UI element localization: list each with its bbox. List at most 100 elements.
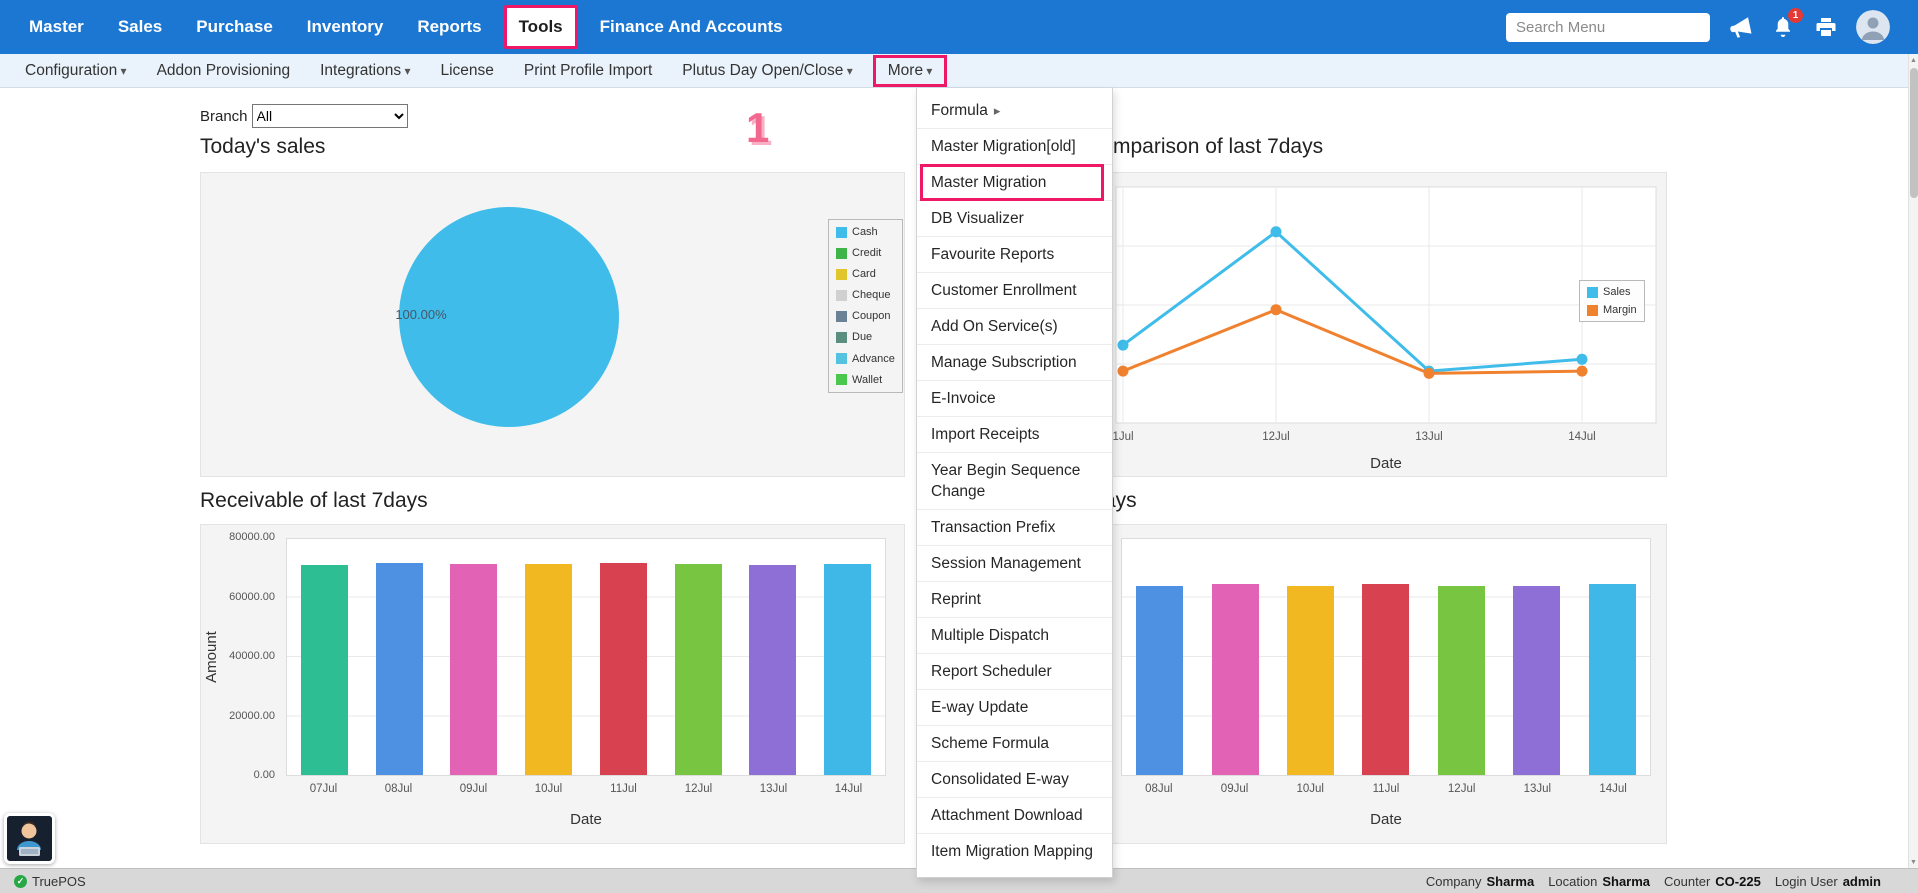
legend-item: Coupon	[836, 310, 895, 322]
line-chart-title-fragment: mparison of last 7days	[1113, 135, 1323, 159]
menu-item-e-way-update[interactable]: E-way Update	[917, 690, 1112, 726]
legend-label: Cheque	[852, 289, 891, 301]
bar-plot-area	[1121, 538, 1651, 776]
wallet-swatch	[836, 374, 847, 385]
submenu-arrow-icon	[994, 100, 1001, 121]
bar-11jul	[1362, 584, 1409, 775]
menu-item-consolidated-e-way[interactable]: Consolidated E-way	[917, 762, 1112, 798]
subnav-print-profile-import[interactable]: Print Profile Import	[509, 54, 667, 88]
more-dropdown-menu: Formula Master Migration[old] Master Mig…	[916, 88, 1113, 878]
subnav-integrations[interactable]: Integrations	[305, 54, 425, 88]
search-input[interactable]	[1506, 13, 1710, 42]
menu-item-manage-subscription[interactable]: Manage Subscription	[917, 345, 1112, 381]
menu-item-report-scheduler[interactable]: Report Scheduler	[917, 654, 1112, 690]
menu-item-item-migration-mapping[interactable]: Item Migration Mapping	[917, 834, 1112, 869]
menu-item-scheme-formula[interactable]: Scheme Formula	[917, 726, 1112, 762]
menu-item-formula[interactable]: Formula	[917, 93, 1112, 129]
menu-item-multiple-dispatch[interactable]: Multiple Dispatch	[917, 618, 1112, 654]
bar-14jul	[824, 564, 871, 775]
x-tick-label: 10Jul	[525, 783, 572, 795]
nav-inventory[interactable]: Inventory	[290, 0, 401, 54]
credit-swatch	[836, 248, 847, 259]
bar-y-ticks: 80000.0060000.0040000.0020000.000.00	[201, 538, 279, 776]
x-tick-label: 11Jul	[600, 783, 647, 795]
menu-item-add-on-services[interactable]: Add On Service(s)	[917, 309, 1112, 345]
menu-item-reprint[interactable]: Reprint	[917, 582, 1112, 618]
subnav-addon-provisioning[interactable]: Addon Provisioning	[142, 54, 306, 88]
truepos-mascot-widget[interactable]	[4, 813, 55, 864]
nav-sales[interactable]: Sales	[101, 0, 179, 54]
scroll-down-arrow-icon[interactable]	[1909, 856, 1918, 868]
sales-point	[1118, 340, 1129, 351]
menu-item-session-management[interactable]: Session Management	[917, 546, 1112, 582]
status-value: CO-225	[1715, 874, 1761, 889]
legend-item: Due	[836, 331, 895, 343]
y-tick-label: 60000.00	[229, 591, 275, 603]
annotation-box-more: More	[873, 55, 948, 87]
subnav-configuration[interactable]: Configuration	[10, 54, 142, 88]
bars	[287, 539, 885, 775]
margin-point	[1271, 304, 1282, 315]
y-tick-label: 80000.00	[229, 531, 275, 543]
bar-10jul	[525, 564, 572, 775]
sales-swatch	[1587, 287, 1598, 298]
status-value: Sharma	[1486, 874, 1534, 889]
notifications-bell-icon[interactable]: 1	[1770, 14, 1796, 40]
menu-item-master-migration[interactable]: Master Migration	[917, 165, 1112, 201]
printer-glyph	[1814, 15, 1838, 39]
pie-chart-title: Today's sales	[200, 135, 325, 159]
session-info: Company Sharma Location Sharma Counter C…	[1426, 874, 1904, 889]
menu-item-master-migration-old[interactable]: Master Migration[old]	[917, 129, 1112, 165]
branch-select[interactable]: All	[252, 104, 408, 128]
menu-item-year-begin-sequence-change[interactable]: Year Begin Sequence Change	[917, 453, 1112, 510]
legend-label: Card	[852, 268, 876, 280]
y-tick-label: 20000.00	[229, 710, 275, 722]
scroll-up-arrow-icon[interactable]	[1909, 54, 1918, 66]
y-tick-label: 0.00	[254, 769, 275, 781]
legend-label: Margin	[1603, 304, 1637, 316]
nav-reports[interactable]: Reports	[400, 0, 498, 54]
bar-07jul	[301, 565, 348, 775]
nav-tools[interactable]: Tools	[504, 5, 578, 49]
bar-14jul	[1589, 584, 1636, 775]
vertical-scrollbar[interactable]	[1908, 54, 1918, 868]
menu-item-attachment-download[interactable]: Attachment Download	[917, 798, 1112, 834]
menu-item-favourite-reports[interactable]: Favourite Reports	[917, 237, 1112, 273]
scrollbar-thumb[interactable]	[1910, 68, 1918, 198]
nav-master[interactable]: Master	[12, 0, 101, 54]
margin-swatch	[1587, 305, 1598, 316]
menu-item-import-receipts[interactable]: Import Receipts	[917, 417, 1112, 453]
legend-item: Cash	[836, 226, 895, 238]
announcement-icon[interactable]	[1725, 12, 1756, 43]
mascot-image	[7, 816, 52, 861]
margin-point	[1424, 368, 1435, 379]
subnav-license[interactable]: License	[425, 54, 508, 88]
x-tick-label: 12Jul	[1438, 783, 1485, 795]
printer-icon[interactable]	[1813, 14, 1839, 40]
menu-item-customer-enrollment[interactable]: Customer Enrollment	[917, 273, 1112, 309]
card-swatch	[836, 269, 847, 280]
receivable-chart-title: Receivable of last 7days	[200, 489, 428, 513]
due-swatch	[836, 332, 847, 343]
user-avatar[interactable]	[1856, 10, 1890, 44]
status-label: Login User	[1775, 874, 1838, 889]
status-label: Company	[1426, 874, 1482, 889]
avatar-glyph	[1856, 10, 1890, 44]
bar-08jul	[376, 563, 423, 775]
bar-12jul	[675, 564, 722, 775]
menu-item-transaction-prefix[interactable]: Transaction Prefix	[917, 510, 1112, 546]
menu-item-e-invoice[interactable]: E-Invoice	[917, 381, 1112, 417]
cash-swatch	[836, 227, 847, 238]
x-tick-label: 14Jul	[1557, 431, 1607, 443]
menu-item-db-visualizer[interactable]: DB Visualizer	[917, 201, 1112, 237]
announcement-glyph	[1725, 12, 1755, 42]
subnav-more[interactable]: More	[876, 58, 945, 84]
sales-point	[1577, 354, 1588, 365]
status-label: Location	[1548, 874, 1597, 889]
legend-item: Wallet	[836, 374, 895, 386]
bar-13jul	[749, 565, 796, 775]
nav-finance-and-accounts[interactable]: Finance And Accounts	[583, 0, 800, 54]
subnav-plutus-day-open-close[interactable]: Plutus Day Open/Close	[667, 54, 867, 88]
nav-purchase[interactable]: Purchase	[179, 0, 290, 54]
x-tick-label: 08Jul	[375, 783, 422, 795]
